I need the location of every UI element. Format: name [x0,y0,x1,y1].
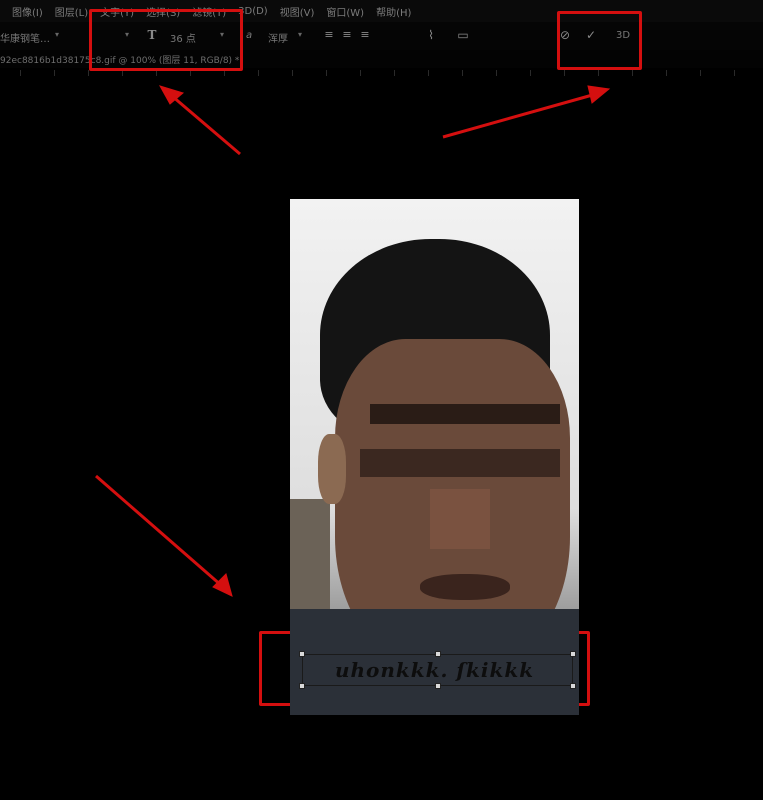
transform-handle-top-left[interactable] [299,651,305,657]
canvas-image[interactable]: uhonkkk. ſkikkk [290,199,579,715]
text-bounding-box[interactable] [302,654,573,686]
arrow-to-commit [442,92,597,139]
photo-mouth [420,574,510,600]
arrow-head-text-layer [212,573,233,597]
transform-handle-top-right[interactable] [570,651,576,657]
photo-pixelated-nose [430,489,490,549]
arrow-head-commit [587,85,611,104]
arrow-to-font-options [171,94,241,156]
transform-handle-top-center[interactable] [435,651,441,657]
arrow-to-text-layer [95,474,223,588]
photo-ear [318,434,346,504]
photo-pixelated-eyes [370,404,560,424]
transform-handle-bottom-center[interactable] [435,683,441,689]
transform-handle-bottom-left[interactable] [299,683,305,689]
transform-handle-bottom-right[interactable] [570,683,576,689]
photo-pixelated-eyes-lower [360,449,560,477]
